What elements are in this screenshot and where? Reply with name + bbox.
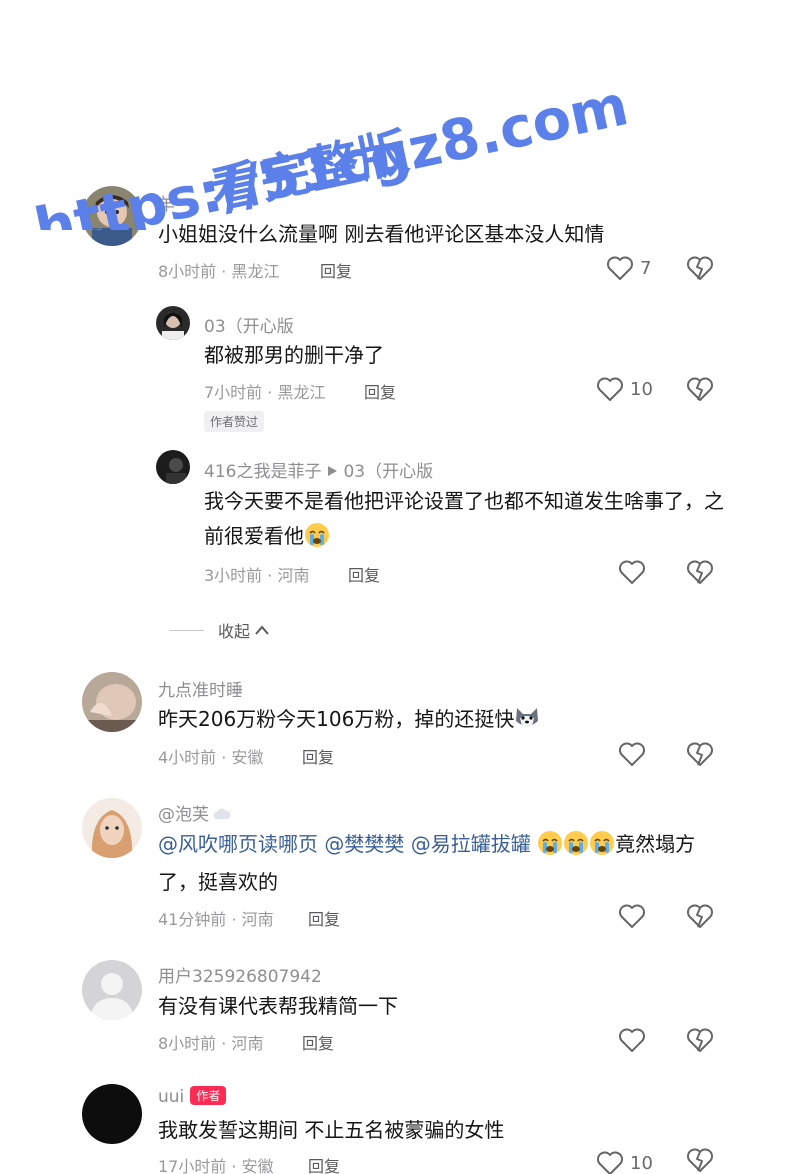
broken-heart-icon (687, 1028, 713, 1052)
chevron-up-icon (255, 625, 269, 635)
cloud-icon (213, 808, 231, 819)
comment-text-line1: 我今天要不是看他把评论设置了也都不知道发生啥事了，之 (204, 489, 724, 513)
reply-button[interactable]: 回复 (348, 562, 380, 586)
crying-face-emoji (589, 830, 615, 856)
like-count: 7 (640, 257, 652, 279)
comment-text: 都被那男的删干净了 (204, 343, 384, 367)
dislike-button[interactable] (686, 558, 714, 586)
comment-meta: 17小时前 · 安徽 (158, 1157, 274, 1174)
comment-text-line2: 了，挺喜欢的 (158, 870, 278, 894)
comment-text: 昨天206万粉今天106万粉，掉的还挺快 (158, 701, 540, 737)
heart-outline-icon (619, 1028, 645, 1052)
mention-link[interactable]: @风吹哪页读哪页 (158, 832, 318, 856)
comment-username[interactable]: 用户325926807942 (158, 962, 322, 987)
comment-username[interactable]: 416之我是菲子 03（开心版 (204, 457, 433, 482)
comment-username[interactable]: 九点准时睡 (158, 676, 243, 701)
crying-face-emoji (563, 830, 589, 856)
dislike-button[interactable] (686, 375, 714, 403)
comment-username[interactable]: 03（开心版 (204, 312, 294, 337)
comment-meta: 7小时前 · 黑龙江 (204, 383, 326, 402)
like-count: 10 (630, 378, 653, 400)
dislike-button[interactable] (686, 902, 714, 930)
crying-face-emoji (537, 830, 563, 856)
avatar-child[interactable] (82, 186, 142, 246)
heart-outline-icon (619, 560, 645, 584)
comment-meta: 8小时前 · 河南 (158, 1034, 264, 1053)
reply-button[interactable]: 回复 (302, 1030, 334, 1054)
comment-text: 我敢发誓这期间 不止五名被蒙骗的女性 (158, 1118, 505, 1142)
comment-text: 有没有课代表帮我精简一下 (158, 994, 398, 1018)
avatar-paofu[interactable] (82, 798, 142, 858)
broken-heart-icon (687, 1148, 713, 1172)
dislike-button[interactable] (686, 1026, 714, 1054)
avatar-416[interactable] (156, 450, 190, 484)
author-badge: 作者 (190, 1086, 227, 1105)
heart-outline-icon (619, 742, 645, 766)
comment-meta: 8小时前 · 黑龙江 (158, 262, 280, 281)
reply-button[interactable]: 回复 (364, 379, 396, 403)
heart-outline-icon (607, 256, 633, 280)
comment-text-line1: @风吹哪页读哪页 @樊樊樊 @易拉罐拔罐 竟然塌方 (158, 830, 696, 856)
divider (170, 629, 204, 631)
broken-heart-icon (687, 377, 713, 401)
husky-face-emoji (514, 705, 540, 731)
comment-meta: 41分钟前 · 河南 (158, 910, 274, 929)
watermark-caption: 看完整版 (206, 122, 414, 220)
like-button[interactable] (618, 1027, 646, 1053)
collapse-label: 收起 (218, 622, 251, 641)
reply-arrow-icon (328, 466, 338, 476)
comment-text-line2: 前很爱看他 (204, 518, 330, 554)
like-count: 10 (630, 1152, 653, 1174)
like-button[interactable] (618, 741, 646, 767)
dislike-button[interactable] (686, 740, 714, 768)
reply-button[interactable]: 回复 (308, 1153, 340, 1174)
crying-face-emoji (304, 522, 330, 548)
heart-outline-icon (597, 377, 623, 401)
avatar-03[interactable] (156, 306, 190, 340)
comment-username[interactable]: 羊 (158, 190, 175, 215)
comment-username[interactable]: @泡芙 (158, 800, 231, 825)
collapse-replies-button[interactable]: 收起 (170, 618, 270, 642)
broken-heart-icon (687, 256, 713, 280)
reply-button[interactable]: 回复 (320, 258, 352, 282)
broken-heart-icon (687, 560, 713, 584)
reply-button[interactable]: 回复 (302, 744, 334, 768)
like-button[interactable]: 7 (606, 255, 651, 281)
dislike-button[interactable] (686, 254, 714, 282)
comment-text: 小姐姐没什么流量啊 刚去看他评论区基本没人知情 (158, 222, 605, 246)
heart-outline-icon (619, 904, 645, 928)
broken-heart-icon (687, 742, 713, 766)
avatar-default[interactable] (82, 960, 142, 1020)
heart-outline-icon (597, 1151, 623, 1174)
like-button[interactable] (618, 559, 646, 585)
author-liked-badge: 作者赞过 (204, 411, 265, 432)
like-button[interactable] (618, 903, 646, 929)
comment-meta: 3小时前 · 河南 (204, 566, 310, 585)
avatar-jiudian[interactable] (82, 672, 142, 732)
like-button[interactable]: 10 (596, 376, 653, 402)
mention-link[interactable]: @樊樊樊 (324, 832, 404, 856)
mention-link[interactable]: @易拉罐拔罐 (411, 832, 531, 856)
broken-heart-icon (687, 904, 713, 928)
comment-username[interactable]: uui 作者 (158, 1086, 227, 1107)
avatar-uui[interactable] (82, 1084, 142, 1144)
like-button[interactable]: 10 (596, 1150, 653, 1174)
dislike-button[interactable] (686, 1146, 714, 1174)
reply-button[interactable]: 回复 (308, 906, 340, 930)
comment-meta: 4小时前 · 安徽 (158, 748, 264, 767)
